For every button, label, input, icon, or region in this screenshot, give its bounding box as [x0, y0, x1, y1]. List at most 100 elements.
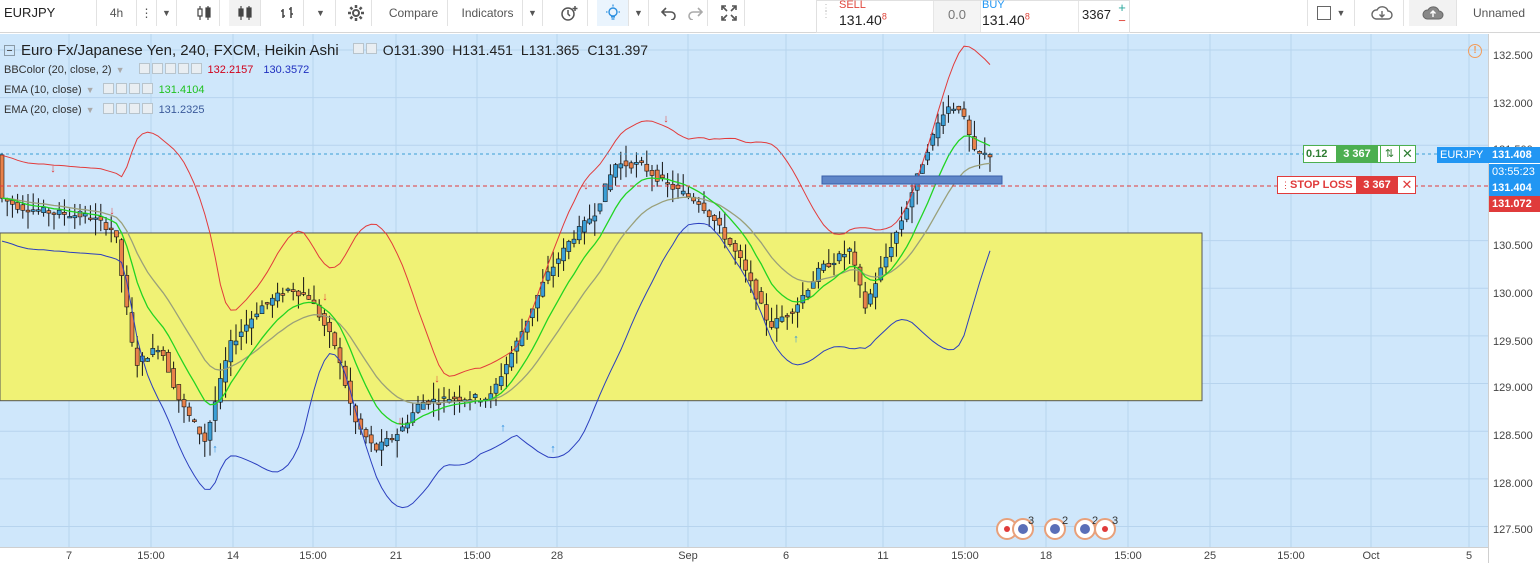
heikin-ashi-icon[interactable]	[229, 0, 261, 26]
bear-candle	[956, 105, 962, 111]
bear-candle	[665, 182, 670, 185]
redo-icon[interactable]	[682, 0, 708, 26]
bull-candle	[249, 318, 254, 329]
indicator-name: EMA (20, close)	[4, 104, 82, 116]
signal-up-icon: ↑	[500, 422, 506, 434]
candles-icon[interactable]	[188, 0, 220, 26]
collapse-icon[interactable]	[4, 44, 15, 56]
bull-candle	[150, 348, 156, 355]
position-price-badge: 131.404	[1489, 180, 1540, 196]
series-settings-icon[interactable]	[352, 43, 379, 57]
bull-candle	[270, 297, 275, 306]
bear-candle	[290, 289, 296, 292]
gear-icon[interactable]	[340, 0, 372, 26]
minus-icon[interactable]: −	[1118, 13, 1126, 28]
bull-candle	[634, 162, 639, 165]
chart-style-dropdown-icon[interactable]: ▼	[306, 0, 336, 26]
time-tick-label: 28	[550, 550, 564, 562]
dropdown-icon[interactable]: ▼	[86, 85, 95, 95]
quantity-stepper[interactable]: + −	[1115, 1, 1129, 32]
time-tick-label: 15:00	[463, 550, 491, 562]
time-tick-label: 5	[1465, 550, 1473, 562]
bull-candle	[545, 271, 551, 281]
bear-candle	[88, 217, 93, 220]
layout-select[interactable]: ▼	[1307, 0, 1355, 26]
time-axis[interactable]: 7 15:00 14 15:00 21 15:00 28 Sep 6 11 15:00 18 15:00…	[0, 547, 1488, 563]
cloud-save-icon[interactable]	[1409, 0, 1457, 26]
bull-candle	[472, 394, 478, 398]
dropdown-icon[interactable]: ▼	[86, 105, 95, 115]
price-axis[interactable]: 132.500132.000131.500130.500130.000129.5…	[1437, 34, 1540, 563]
bull-candle	[36, 209, 41, 212]
bull-candle	[207, 421, 213, 441]
warning-icon[interactable]: !	[1468, 44, 1482, 58]
quantity-field[interactable]: 3367	[1078, 1, 1114, 32]
bear-candle	[784, 315, 790, 318]
bear-candle	[181, 399, 187, 408]
fullscreen-icon[interactable]	[713, 0, 745, 26]
bull-candle	[400, 426, 405, 432]
stop-loss-label[interactable]: ⋮ STOP LOSS 3 367 ✕	[1277, 176, 1416, 194]
cancel-stop-icon[interactable]: ✕	[1399, 177, 1415, 193]
symbol-input[interactable]: EURJPY	[0, 0, 97, 26]
bars-icon[interactable]	[272, 0, 304, 26]
compare-button[interactable]: Compare	[380, 0, 448, 26]
current-price-badge: 131.408	[1489, 147, 1540, 163]
bear-candle	[25, 209, 31, 213]
time-tick-label: 6	[782, 550, 790, 562]
bear-candle	[114, 230, 119, 238]
bull-candle	[155, 350, 161, 353]
alert-icon[interactable]	[552, 0, 588, 26]
bear-candle	[644, 163, 650, 172]
sell-button[interactable]: SELL 131.408	[817, 0, 933, 32]
series-title: Euro Fx/Japanese Yen, 240, FXCM, Heikin …	[21, 41, 339, 59]
bear-candle	[649, 170, 655, 176]
reverse-icon[interactable]: ⇅	[1380, 146, 1398, 162]
spread-value: 0.0	[933, 1, 981, 32]
bull-candle	[680, 190, 686, 195]
buy-button[interactable]: BUY 131.408	[981, 0, 1077, 32]
signal-down-icon: ↓	[583, 180, 589, 192]
signal-up-icon: ↑	[77, 208, 83, 220]
layout-name[interactable]: Unnamed	[1458, 0, 1540, 26]
legend-indicator-bb[interactable]: BBColor (20, close, 2) ▼ 132.2157 130.35…	[4, 60, 648, 80]
event-count: 3	[1112, 515, 1119, 527]
price-tick-label: 127.500	[1493, 524, 1533, 536]
undo-icon[interactable]	[656, 0, 682, 26]
stop-price-badge: 131.072	[1489, 196, 1540, 212]
lightbulb-dropdown-icon[interactable]: ▼	[629, 0, 649, 26]
legend-indicator-ema10[interactable]: EMA (10, close) ▼ 131.4104	[4, 80, 648, 100]
bear-candle	[134, 347, 140, 366]
signal-up-icon: ↑	[793, 333, 799, 345]
bull-candle	[384, 438, 390, 446]
bear-candle	[280, 293, 286, 296]
indicators-dropdown-icon[interactable]: ▼	[523, 0, 543, 26]
lightbulb-icon[interactable]	[597, 0, 629, 26]
bear-candle	[727, 238, 733, 245]
indicator-controls-icon[interactable]	[102, 83, 155, 97]
position-label[interactable]: 0.12 3 367 ⇅ ✕	[1303, 145, 1416, 163]
indicator-controls-icon[interactable]	[138, 63, 204, 77]
bull-candle	[899, 220, 904, 230]
trade-panel: ⋮ ⋮ SELL 131.408 0.0 BUY 131.408 3367 + −	[816, 0, 1130, 33]
bear-candle	[764, 304, 769, 321]
bull-candle	[894, 231, 899, 244]
interval-button[interactable]: 4h	[97, 0, 137, 26]
bear-candle	[389, 438, 395, 441]
legend-main: Euro Fx/Japanese Yen, 240, FXCM, Heikin …	[4, 40, 648, 60]
bear-candle	[186, 406, 192, 416]
drag-handle-icon[interactable]: ⋮	[1281, 180, 1290, 191]
dropdown-icon[interactable]: ▼	[116, 65, 125, 75]
bear-candle	[296, 290, 301, 297]
indicator-controls-icon[interactable]	[102, 103, 155, 117]
bear-candle	[119, 239, 124, 276]
bull-candle	[935, 122, 941, 139]
chevron-down-icon[interactable]: ▼	[157, 0, 177, 26]
bear-candle	[108, 227, 114, 231]
bull-candle	[379, 441, 384, 451]
indicators-button[interactable]: Indicators	[453, 0, 523, 26]
legend-indicator-ema20[interactable]: EMA (20, close) ▼ 131.2325	[4, 100, 648, 120]
more-menu-icon[interactable]: ⋮	[137, 0, 157, 26]
close-position-icon[interactable]: ✕	[1399, 146, 1415, 162]
cloud-load-icon[interactable]	[1360, 0, 1404, 26]
